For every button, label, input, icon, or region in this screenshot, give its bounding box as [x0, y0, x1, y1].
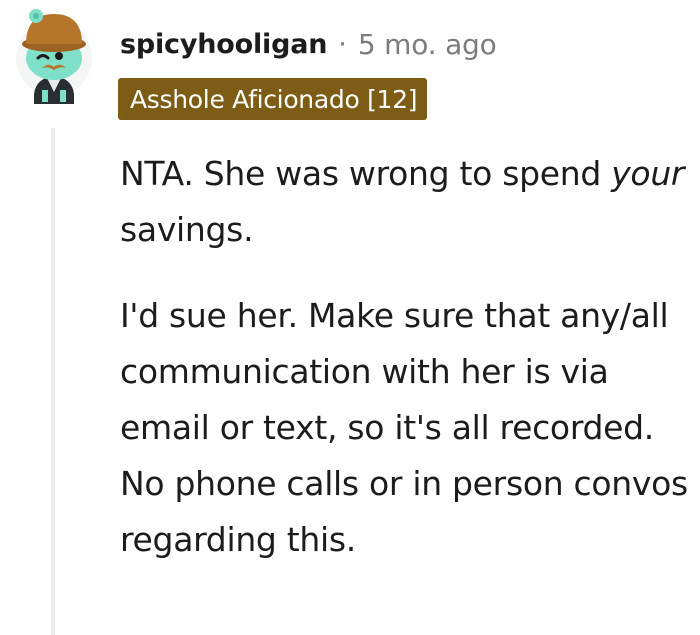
comment-timestamp[interactable]: 5 mo. ago: [358, 28, 497, 61]
comment-meta: spicyhooligan · 5 mo. ago: [120, 22, 497, 66]
snoo-avatar-icon: [16, 9, 92, 104]
user-flair-badge: Asshole Aficionado [12]: [118, 78, 428, 120]
meta-separator: ·: [338, 28, 347, 60]
user-avatar[interactable]: [14, 8, 96, 108]
paragraph-text: savings.: [120, 210, 254, 249]
comment-paragraph: I'd sue her. Make sure that any/all comm…: [120, 296, 688, 559]
comment-paragraph: NTA. She was wrong to spend your savings…: [120, 146, 690, 258]
paragraph-text: NTA. She was wrong to spend: [120, 154, 612, 193]
user-flair-text: Asshole Aficionado [12]: [130, 84, 418, 114]
comment-body: NTA. She was wrong to spend your savings…: [120, 146, 690, 568]
thread-collapse-line[interactable]: [51, 128, 55, 635]
username-link[interactable]: spicyhooligan: [120, 29, 327, 60]
emphasized-text: your: [611, 154, 685, 193]
